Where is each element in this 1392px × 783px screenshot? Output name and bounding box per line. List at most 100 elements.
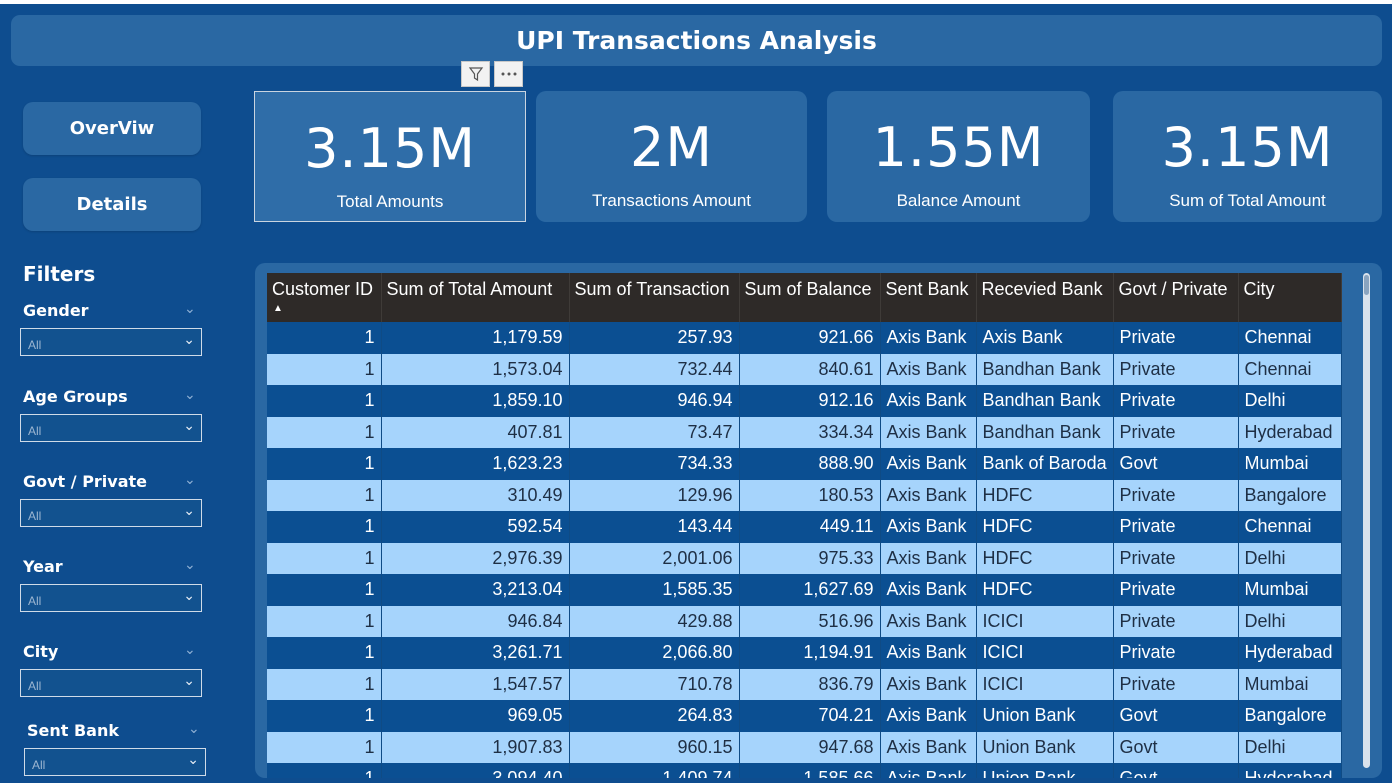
table-cell: 969.05 [381,700,570,732]
table-cell: 3,261.71 [381,637,570,669]
sort-ascending-icon[interactable]: ▲ [273,303,283,314]
column-header-sum-of-transaction[interactable]: Sum of Transaction [569,273,740,322]
header-label: Customer ID [272,279,374,299]
filter-icon[interactable] [461,61,490,87]
table-row[interactable]: 1 1,623.23 734.33 888.90 Axis Bank Bank of Ba… [267,448,1342,480]
table-cell: Bank of Baroda [976,448,1114,480]
page-title: UPI Transactions Analysis [11,15,1382,66]
table-row[interactable]: 1 1,547.57 710.78 836.79 Axis Bank ICICI Priva… [267,668,1342,700]
column-header-sent-bank[interactable]: Sent Bank [880,273,977,322]
overview-button[interactable]: OverViw [23,102,201,155]
chevron-down-icon[interactable]: ⌄ [184,642,196,658]
slicer-dropdown-govt-private[interactable]: All ⌄ [20,499,202,527]
table-row[interactable]: 1 3,261.71 2,066.80 1,194.91 Axis Bank ICICI P… [267,637,1342,669]
table-cell: Union Bank [976,731,1114,763]
transactions-table-panel: Customer ID ▲ Sum of Total Amount Sum of … [255,263,1382,778]
visual-header-icons [461,61,523,87]
table-header-row: Customer ID ▲ Sum of Total Amount Sum of … [267,273,1342,322]
table-row[interactable]: 1 310.49 129.96 180.53 Axis Bank HDFC Private B… [267,479,1342,511]
table-cell: 1,547.57 [381,668,570,700]
slicer-dropdown-age-groups[interactable]: All ⌄ [20,414,202,442]
slicer-dropdown-city[interactable]: All ⌄ [20,669,202,697]
table-cell: 1,907.83 [381,731,570,763]
table-cell: 960.15 [569,731,740,763]
table-row[interactable]: 1 1,573.04 732.44 840.61 Axis Bank Bandhan Ba… [267,353,1342,385]
table-cell: 1 [267,637,382,669]
column-header-govt-private[interactable]: Govt / Private [1113,273,1239,322]
slicer-dropdown-sent-bank[interactable]: All ⌄ [24,748,206,776]
table-row[interactable]: 1 969.05 264.83 704.21 Axis Bank Union Bank Go… [267,700,1342,732]
table-cell: 975.33 [739,542,881,574]
kpi-label: Balance Amount [896,191,1021,210]
top-strip [0,0,1392,4]
kpi-card-total-amounts[interactable]: 3.15M Total Amounts [254,91,526,222]
table-cell: 516.96 [739,605,881,637]
kpi-label: Total Amounts [336,192,444,211]
chevron-down-icon[interactable]: ⌄ [184,387,196,403]
slicer-value: All [28,338,42,352]
details-button[interactable]: Details [23,178,201,231]
table-cell: Govt [1113,731,1239,763]
column-header-city[interactable]: City [1238,273,1342,322]
kpi-value: 3.15M [304,117,476,180]
table-cell: 429.88 [569,605,740,637]
table-cell: 2,976.39 [381,542,570,574]
table-cell: Private [1113,605,1239,637]
kpi-value: 3.15M [1161,116,1334,179]
table-cell: Private [1113,479,1239,511]
table-cell: 1 [267,605,382,637]
chevron-down-icon[interactable]: ⌄ [188,721,200,737]
chevron-down-icon: ⌄ [183,332,195,348]
table-cell: Private [1113,385,1239,417]
table-cell: Axis Bank [880,448,977,480]
table-cell: 1 [267,479,382,511]
chevron-down-icon[interactable]: ⌄ [184,472,196,488]
table-cell: Axis Bank [880,479,977,511]
slicer-label-gender: Gender [23,301,89,320]
kpi-card-balance-amount[interactable]: 1.55M Balance Amount [827,91,1090,222]
vertical-scrollbar[interactable] [1363,273,1370,768]
slicer-value: All [28,509,42,523]
slicer-label-govt-private: Govt / Private [23,472,148,491]
column-header-customer-id[interactable]: Customer ID ▲ [267,273,382,322]
slicer-label-age-groups: Age Groups [23,387,128,406]
column-header-recevied-bank[interactable]: Recevied Bank [976,273,1114,322]
table-cell: Private [1113,322,1239,354]
table-cell: Axis Bank [880,700,977,732]
slicer-value: All [28,424,42,438]
table-row[interactable]: 1 946.84 429.88 516.96 Axis Bank ICICI Private… [267,605,1342,637]
column-header-sum-of-balance[interactable]: Sum of Balance [739,273,881,322]
slicer-dropdown-gender[interactable]: All ⌄ [20,328,202,356]
table-cell: 1 [267,416,382,448]
table-row[interactable]: 1 2,976.39 2,001.06 975.33 Axis Bank HDFC Priv… [267,542,1342,574]
kpi-label: Transactions Amount [591,191,752,210]
table-cell: HDFC [976,511,1114,543]
column-header-sum-of-total-amount[interactable]: Sum of Total Amount [381,273,570,322]
more-options-icon[interactable] [494,61,523,87]
table-row[interactable]: 1 3,213.04 1,585.35 1,627.69 Axis Bank HDFC Pr… [267,574,1342,606]
table-cell: 1,627.69 [739,574,881,606]
table-cell: 1,623.23 [381,448,570,480]
scrollbar-thumb[interactable] [1364,275,1369,295]
kpi-card-sum-of-total-amount[interactable]: 3.15M Sum of Total Amount [1113,91,1382,222]
kpi-value: 1.55M [872,116,1045,179]
slicer-dropdown-year[interactable]: All ⌄ [20,584,202,612]
table-cell: Chennai [1238,511,1342,543]
table-row[interactable]: 1 592.54 143.44 449.11 Axis Bank HDFC Private C… [267,511,1342,543]
table-row[interactable]: 1 1,179.59 257.93 921.66 Axis Bank Axis Bank P… [267,322,1342,354]
table-cell: 3,213.04 [381,574,570,606]
chevron-down-icon[interactable]: ⌄ [184,301,196,317]
table-cell: Bangalore [1238,700,1342,732]
table-cell: 1,859.10 [381,385,570,417]
table-row[interactable]: 13,094.401,409.741,585.66Axis BankUnion … [267,763,1342,778]
table-row[interactable]: 1 1,907.83 960.15 947.68 Axis Bank Union Bank… [267,731,1342,763]
kpi-card-transactions-amount[interactable]: 2M Transactions Amount [536,91,807,222]
table-row[interactable]: 1 407.81 73.47 334.34 Axis Bank Bandhan Bank P… [267,416,1342,448]
table-row[interactable]: 1 1,859.10 946.94 912.16 Axis Bank Bandhan Ba… [267,385,1342,417]
table-cell: 449.11 [739,511,881,543]
table-cell: 946.84 [381,605,570,637]
slicer-value: All [32,758,46,772]
table-cell: HDFC [976,542,1114,574]
chevron-down-icon[interactable]: ⌄ [184,557,196,573]
table-cell: Axis Bank [880,637,977,669]
